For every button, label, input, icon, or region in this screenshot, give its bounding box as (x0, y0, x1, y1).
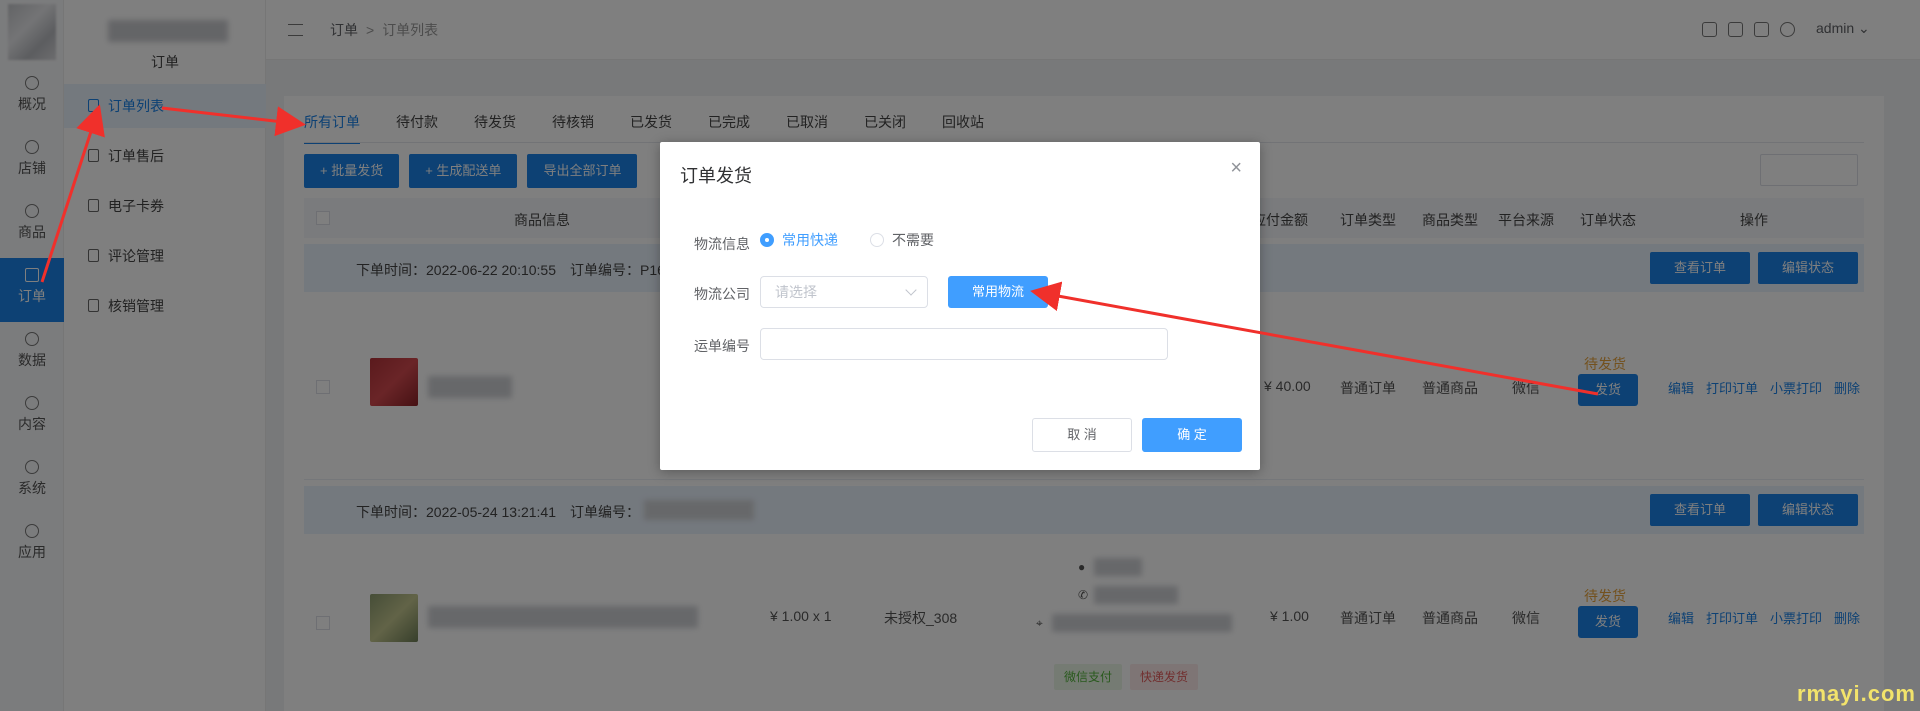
annotation-arrows (40, 104, 1599, 396)
arrow-to-all-orders-tab (161, 106, 306, 137)
arrow-to-common-logistics (1030, 281, 1599, 396)
watermark: rmayi.com (1796, 681, 1916, 706)
arrow-to-order-list (40, 104, 105, 283)
